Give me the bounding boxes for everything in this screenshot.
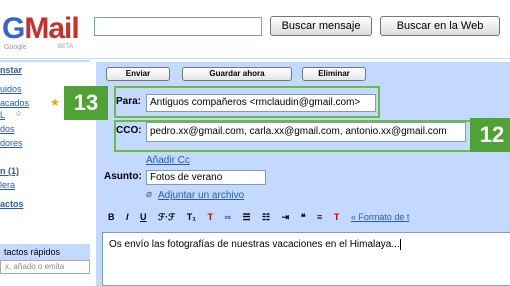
- sidebar-item-sent[interactable]: dos: [0, 124, 15, 134]
- compose-link[interactable]: nstar: [0, 65, 22, 75]
- numbered-list-icon[interactable]: ☰: [242, 212, 250, 223]
- star-icon: ★: [50, 97, 60, 109]
- discard-button[interactable]: Eliminar: [302, 67, 366, 81]
- formatting-toolbar: B I U ℱ·ℱ T₁ T ∞ ☰ ☷ ⇥ ❝ ≡ T « Formato d…: [108, 212, 510, 228]
- remove-format-icon[interactable]: T: [334, 212, 340, 222]
- paperclip-icon: ⌀: [146, 189, 153, 200]
- quick-contacts-header: tactos rápidos: [0, 244, 90, 260]
- send-button[interactable]: Enviar: [106, 67, 170, 81]
- text-caret: [399, 239, 401, 250]
- logo-text: Mail: [24, 12, 79, 45]
- font-icon[interactable]: ℱ·ℱ: [158, 212, 175, 223]
- logo-wordmark: GMail: [2, 12, 80, 46]
- logo-prefix: G: [2, 12, 25, 45]
- indent-icon[interactable]: ⇥: [282, 212, 290, 223]
- search-mail-button[interactable]: Buscar mensaje: [270, 16, 372, 36]
- logo-sub: Google: [4, 44, 27, 51]
- search-input[interactable]: [94, 17, 262, 36]
- align-icon[interactable]: ≡: [317, 212, 322, 222]
- gmail-logo[interactable]: GMail Google BETA: [0, 8, 90, 54]
- sidebar-item-trash[interactable]: lera: [0, 180, 15, 190]
- sidebar-item-spam[interactable]: n (1): [0, 166, 19, 176]
- gmail-compose-screen: GMail Google BETA Buscar mensaje Buscar …: [0, 0, 510, 286]
- format-link[interactable]: « Formato de t: [351, 212, 410, 222]
- message-body[interactable]: Os envío las fotografías de nuestras vac…: [102, 232, 510, 286]
- sidebar-item-chats[interactable]: L: [0, 110, 5, 120]
- logo-beta: BETA: [58, 44, 74, 50]
- header-divider: [0, 58, 510, 59]
- to-callout-box: [114, 86, 380, 118]
- sidebar-item-starred[interactable]: acados: [0, 98, 29, 108]
- callout-badge-13: 13: [64, 86, 108, 120]
- message-body-text: Os envío las fotografías de nuestras vac…: [109, 239, 400, 251]
- quote-icon[interactable]: ❝: [301, 212, 306, 223]
- italic-icon[interactable]: I: [126, 212, 129, 222]
- chat-icon: ○: [16, 108, 22, 118]
- bullet-list-icon[interactable]: ☷: [262, 212, 270, 223]
- sidebar-item-drafts[interactable]: dores: [0, 138, 23, 148]
- subject-label: Asunto:: [104, 171, 142, 182]
- font-size-icon[interactable]: T₁: [187, 212, 196, 222]
- underline-icon[interactable]: U: [140, 212, 147, 222]
- save-draft-button[interactable]: Guardar ahora: [182, 67, 292, 81]
- attach-file-link[interactable]: Adjuntar un archivo: [158, 190, 244, 201]
- bold-icon[interactable]: B: [108, 212, 115, 222]
- text-color-icon[interactable]: T: [207, 212, 213, 222]
- add-cc-link[interactable]: Añadir Cc: [146, 155, 190, 166]
- subject-field[interactable]: Fotos de verano: [146, 170, 266, 185]
- bcc-callout-box: [114, 120, 472, 152]
- quick-contacts-input[interactable]: x, añado o emita: [0, 260, 90, 274]
- sidebar-item-inbox[interactable]: uidos: [0, 84, 22, 94]
- callout-badge-12: 12: [470, 118, 510, 152]
- highlight-icon[interactable]: ∞: [225, 212, 231, 222]
- sidebar-item-contacts[interactable]: actos: [0, 199, 24, 209]
- search-web-button[interactable]: Buscar en la Web: [380, 16, 500, 36]
